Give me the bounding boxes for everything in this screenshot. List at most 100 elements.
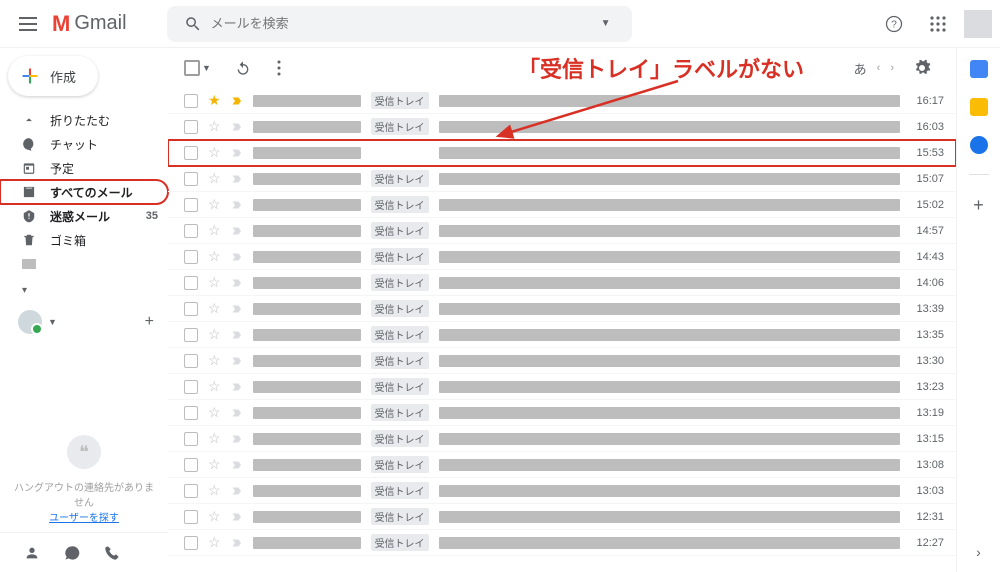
row-checkbox[interactable]	[184, 432, 198, 446]
help-button[interactable]: ?	[876, 6, 912, 42]
mail-row[interactable]: ☆ 受信トレイ 13:23	[168, 374, 956, 400]
row-checkbox[interactable]	[184, 328, 198, 342]
row-checkbox[interactable]	[184, 302, 198, 316]
prev-page-button[interactable]: ‹	[877, 62, 881, 74]
sidebar-item-label[interactable]	[0, 252, 168, 276]
row-checkbox[interactable]	[184, 380, 198, 394]
sidebar-item-trash[interactable]: ゴミ箱	[0, 228, 168, 252]
compose-button[interactable]: 作成	[8, 56, 98, 96]
star-icon[interactable]: ☆	[208, 430, 221, 447]
importance-icon[interactable]	[231, 199, 243, 211]
sidebar-item-collapse[interactable]: 折りたたむ	[0, 108, 168, 132]
star-icon[interactable]: ☆	[208, 144, 221, 161]
select-dropdown-icon[interactable]: ▼	[202, 63, 211, 73]
row-checkbox[interactable]	[184, 250, 198, 264]
mail-row[interactable]: ☆ 受信トレイ 13:15	[168, 426, 956, 452]
inbox-label-chip[interactable]: 受信トレイ	[371, 378, 429, 395]
select-all-checkbox[interactable]	[184, 60, 200, 76]
inbox-label-chip[interactable]: 受信トレイ	[371, 222, 429, 239]
importance-icon[interactable]	[231, 303, 243, 315]
mail-row[interactable]: ☆ 受信トレイ 15:07	[168, 166, 956, 192]
row-checkbox[interactable]	[184, 120, 198, 134]
inbox-label-chip[interactable]: 受信トレイ	[371, 118, 429, 135]
star-icon[interactable]: ☆	[208, 326, 221, 343]
row-checkbox[interactable]	[184, 94, 198, 108]
mail-row[interactable]: ☆ 受信トレイ 13:08	[168, 452, 956, 478]
inbox-label-chip[interactable]: 受信トレイ	[371, 274, 429, 291]
importance-icon[interactable]	[231, 355, 243, 367]
inbox-label-chip[interactable]: 受信トレイ	[371, 170, 429, 187]
row-checkbox[interactable]	[184, 224, 198, 238]
row-checkbox[interactable]	[184, 536, 198, 550]
star-icon[interactable]: ☆	[208, 248, 221, 265]
mail-row[interactable]: ★ 受信トレイ 16:17	[168, 88, 956, 114]
row-checkbox[interactable]	[184, 354, 198, 368]
mail-row[interactable]: ☆ 受信トレイ 16:03	[168, 114, 956, 140]
importance-icon[interactable]	[231, 329, 243, 341]
importance-icon[interactable]	[231, 485, 243, 497]
search-icon[interactable]	[175, 6, 211, 42]
inbox-label-chip[interactable]: 受信トレイ	[371, 456, 429, 473]
star-icon[interactable]: ☆	[208, 534, 221, 551]
inbox-label-chip[interactable]: 受信トレイ	[371, 248, 429, 265]
apps-button[interactable]	[920, 6, 956, 42]
sidebar-item-schedule[interactable]: 予定	[0, 156, 168, 180]
importance-icon[interactable]	[231, 121, 243, 133]
star-icon[interactable]: ☆	[208, 456, 221, 473]
star-icon[interactable]: ☆	[208, 508, 221, 525]
add-contact-button[interactable]: +	[145, 313, 154, 331]
importance-icon[interactable]	[231, 511, 243, 523]
mail-row[interactable]: ☆ 受信トレイ 15:53	[168, 140, 956, 166]
row-checkbox[interactable]	[184, 146, 198, 160]
importance-icon[interactable]	[231, 407, 243, 419]
star-icon[interactable]: ☆	[208, 170, 221, 187]
mail-row[interactable]: ☆ 受信トレイ 14:43	[168, 244, 956, 270]
calendar-addon-icon[interactable]	[970, 60, 988, 78]
importance-icon[interactable]	[231, 147, 243, 159]
mail-row[interactable]: ☆ 受信トレイ 13:19	[168, 400, 956, 426]
importance-icon[interactable]	[231, 277, 243, 289]
importance-icon[interactable]	[231, 537, 243, 549]
mail-row[interactable]: ☆ 受信トレイ 13:39	[168, 296, 956, 322]
next-page-button[interactable]: ›	[890, 62, 894, 74]
importance-icon[interactable]	[231, 433, 243, 445]
star-icon[interactable]: ★	[208, 92, 221, 109]
importance-icon[interactable]	[231, 95, 243, 107]
importance-icon[interactable]	[231, 459, 243, 471]
keep-addon-icon[interactable]	[970, 98, 988, 116]
star-icon[interactable]: ☆	[208, 378, 221, 395]
star-icon[interactable]: ☆	[208, 300, 221, 317]
inbox-label-chip[interactable]: 受信トレイ	[371, 92, 429, 109]
star-icon[interactable]: ☆	[208, 118, 221, 135]
star-icon[interactable]: ☆	[208, 274, 221, 291]
row-checkbox[interactable]	[184, 458, 198, 472]
sidebar-item-chat[interactable]: チャット	[0, 132, 168, 156]
row-checkbox[interactable]	[184, 276, 198, 290]
mail-row[interactable]: ☆ 受信トレイ 12:27	[168, 530, 956, 556]
search-bar[interactable]: ▼	[167, 6, 632, 42]
star-icon[interactable]: ☆	[208, 404, 221, 421]
mail-row[interactable]: ☆ 受信トレイ 13:35	[168, 322, 956, 348]
inbox-label-chip[interactable]: 受信トレイ	[371, 352, 429, 369]
more-button[interactable]	[261, 50, 297, 86]
importance-icon[interactable]	[231, 173, 243, 185]
tasks-addon-icon[interactable]	[970, 136, 988, 154]
hangouts-bubble-icon[interactable]	[64, 545, 80, 561]
star-icon[interactable]: ☆	[208, 482, 221, 499]
row-checkbox[interactable]	[184, 406, 198, 420]
mail-row[interactable]: ☆ 受信トレイ 14:57	[168, 218, 956, 244]
mail-row[interactable]: ☆ 受信トレイ 13:30	[168, 348, 956, 374]
sidebar-item-allmail[interactable]: すべてのメール	[0, 180, 168, 204]
row-checkbox[interactable]	[184, 484, 198, 498]
row-checkbox[interactable]	[184, 172, 198, 186]
star-icon[interactable]: ☆	[208, 196, 221, 213]
row-checkbox[interactable]	[184, 198, 198, 212]
refresh-button[interactable]	[225, 50, 261, 86]
menu-button[interactable]	[8, 4, 48, 44]
phone-icon[interactable]	[104, 545, 120, 561]
inbox-label-chip[interactable]: 受信トレイ	[371, 300, 429, 317]
settings-button[interactable]	[904, 50, 940, 86]
categories-expander[interactable]: ▾	[0, 276, 168, 304]
mail-row[interactable]: ☆ 受信トレイ 12:31	[168, 504, 956, 530]
get-addons-button[interactable]: +	[973, 195, 984, 216]
